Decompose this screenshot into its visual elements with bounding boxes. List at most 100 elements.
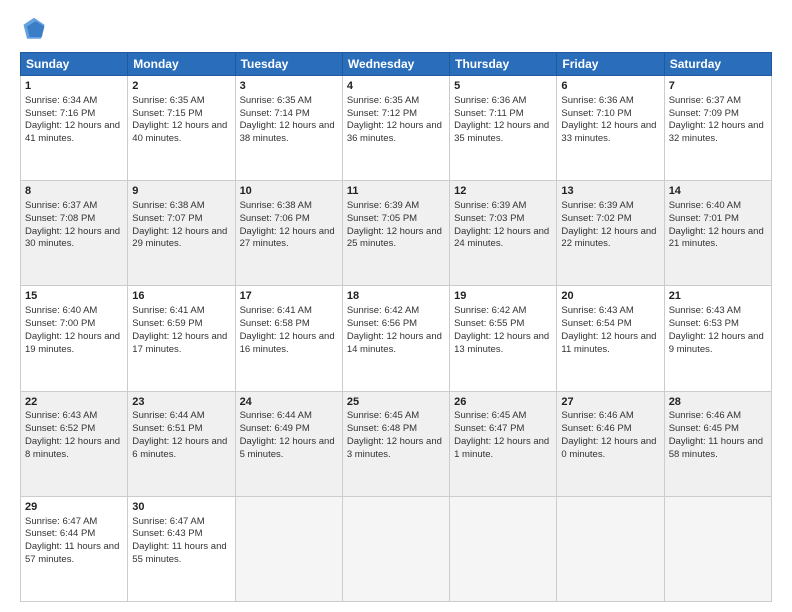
day-number: 20 xyxy=(561,289,659,304)
sunset-text: Sunset: 7:07 PM xyxy=(132,213,202,224)
col-header-wednesday: Wednesday xyxy=(342,53,449,76)
sunrise-text: Sunrise: 6:39 AM xyxy=(561,200,633,211)
sunset-text: Sunset: 6:52 PM xyxy=(25,423,95,434)
daylight-text: Daylight: 12 hours and 30 minutes. xyxy=(25,226,120,250)
sunrise-text: Sunrise: 6:37 AM xyxy=(25,200,97,211)
calendar-cell xyxy=(450,496,557,601)
daylight-text: Daylight: 12 hours and 19 minutes. xyxy=(25,331,120,355)
col-header-saturday: Saturday xyxy=(664,53,771,76)
day-number: 11 xyxy=(347,184,445,199)
calendar-cell: 4Sunrise: 6:35 AMSunset: 7:12 PMDaylight… xyxy=(342,76,449,181)
sunset-text: Sunset: 6:56 PM xyxy=(347,318,417,329)
sunrise-text: Sunrise: 6:39 AM xyxy=(347,200,419,211)
day-number: 27 xyxy=(561,395,659,410)
calendar-cell xyxy=(235,496,342,601)
sunrise-text: Sunrise: 6:36 AM xyxy=(454,95,526,106)
day-number: 14 xyxy=(669,184,767,199)
daylight-text: Daylight: 12 hours and 38 minutes. xyxy=(240,120,335,144)
daylight-text: Daylight: 12 hours and 17 minutes. xyxy=(132,331,227,355)
sunrise-text: Sunrise: 6:42 AM xyxy=(454,305,526,316)
day-number: 12 xyxy=(454,184,552,199)
day-number: 7 xyxy=(669,79,767,94)
calendar-header-row: SundayMondayTuesdayWednesdayThursdayFrid… xyxy=(21,53,772,76)
day-number: 18 xyxy=(347,289,445,304)
daylight-text: Daylight: 12 hours and 9 minutes. xyxy=(669,331,764,355)
sunset-text: Sunset: 6:47 PM xyxy=(454,423,524,434)
daylight-text: Daylight: 12 hours and 16 minutes. xyxy=(240,331,335,355)
day-number: 24 xyxy=(240,395,338,410)
sunrise-text: Sunrise: 6:46 AM xyxy=(669,410,741,421)
col-header-monday: Monday xyxy=(128,53,235,76)
sunrise-text: Sunrise: 6:37 AM xyxy=(669,95,741,106)
sunrise-text: Sunrise: 6:43 AM xyxy=(669,305,741,316)
day-number: 3 xyxy=(240,79,338,94)
daylight-text: Daylight: 12 hours and 1 minute. xyxy=(454,436,549,460)
calendar-cell: 22Sunrise: 6:43 AMSunset: 6:52 PMDayligh… xyxy=(21,391,128,496)
sunset-text: Sunset: 7:10 PM xyxy=(561,108,631,119)
daylight-text: Daylight: 12 hours and 11 minutes. xyxy=(561,331,656,355)
col-header-friday: Friday xyxy=(557,53,664,76)
sunset-text: Sunset: 7:06 PM xyxy=(240,213,310,224)
daylight-text: Daylight: 12 hours and 36 minutes. xyxy=(347,120,442,144)
sunset-text: Sunset: 7:14 PM xyxy=(240,108,310,119)
sunset-text: Sunset: 7:01 PM xyxy=(669,213,739,224)
week-row-1: 1Sunrise: 6:34 AMSunset: 7:16 PMDaylight… xyxy=(21,76,772,181)
day-number: 5 xyxy=(454,79,552,94)
calendar-cell: 21Sunrise: 6:43 AM Sunset: 6:53 PM Dayligh… xyxy=(664,286,771,391)
sunrise-text: Sunrise: 6:40 AM xyxy=(25,305,97,316)
day-number: 16 xyxy=(132,289,230,304)
logo-icon xyxy=(20,16,48,44)
sunset-text: Sunset: 6:51 PM xyxy=(132,423,202,434)
sunset-text: Sunset: 6:43 PM xyxy=(132,528,202,539)
calendar-cell: 8Sunrise: 6:37 AM Sunset: 7:08 PM Daylight… xyxy=(21,181,128,286)
day-number: 1 xyxy=(25,79,123,94)
day-number: 25 xyxy=(347,395,445,410)
sunrise-text: Sunrise: 6:38 AM xyxy=(132,200,204,211)
col-header-thursday: Thursday xyxy=(450,53,557,76)
daylight-text: Daylight: 12 hours and 33 minutes. xyxy=(561,120,656,144)
sunrise-text: Sunrise: 6:35 AM xyxy=(132,95,204,106)
daylight-text: Daylight: 11 hours and 55 minutes. xyxy=(132,541,226,565)
sunrise-text: Sunrise: 6:45 AM xyxy=(347,410,419,421)
daylight-text: Daylight: 12 hours and 27 minutes. xyxy=(240,226,335,250)
calendar-cell: 10Sunrise: 6:38 AM Sunset: 7:06 PM Dayligh… xyxy=(235,181,342,286)
day-number: 28 xyxy=(669,395,767,410)
sunrise-text: Sunrise: 6:36 AM xyxy=(561,95,633,106)
day-number: 8 xyxy=(25,184,123,199)
daylight-text: Daylight: 12 hours and 29 minutes. xyxy=(132,226,227,250)
day-number: 2 xyxy=(132,79,230,94)
daylight-text: Daylight: 12 hours and 3 minutes. xyxy=(347,436,442,460)
calendar-cell: 2Sunrise: 6:35 AMSunset: 7:15 PMDaylight… xyxy=(128,76,235,181)
week-row-5: 29Sunrise: 6:47 AMSunset: 6:44 PMDayligh… xyxy=(21,496,772,601)
sunset-text: Sunset: 6:58 PM xyxy=(240,318,310,329)
daylight-text: Daylight: 12 hours and 25 minutes. xyxy=(347,226,442,250)
sunrise-text: Sunrise: 6:38 AM xyxy=(240,200,312,211)
sunrise-text: Sunrise: 6:43 AM xyxy=(25,410,97,421)
sunrise-text: Sunrise: 6:44 AM xyxy=(132,410,204,421)
sunset-text: Sunset: 7:00 PM xyxy=(25,318,95,329)
calendar-cell: 15Sunrise: 6:40 AMSunset: 7:00 PMDayligh… xyxy=(21,286,128,391)
calendar-cell: 24Sunrise: 6:44 AMSunset: 6:49 PMDayligh… xyxy=(235,391,342,496)
day-number: 10 xyxy=(240,184,338,199)
sunset-text: Sunset: 6:53 PM xyxy=(669,318,739,329)
sunrise-text: Sunrise: 6:39 AM xyxy=(454,200,526,211)
daylight-text: Daylight: 12 hours and 13 minutes. xyxy=(454,331,549,355)
day-number: 9 xyxy=(132,184,230,199)
calendar-cell: 25Sunrise: 6:45 AMSunset: 6:48 PMDayligh… xyxy=(342,391,449,496)
daylight-text: Daylight: 12 hours and 8 minutes. xyxy=(25,436,120,460)
calendar-cell: 27Sunrise: 6:46 AMSunset: 6:46 PMDayligh… xyxy=(557,391,664,496)
daylight-text: Daylight: 12 hours and 5 minutes. xyxy=(240,436,335,460)
calendar-cell: 17Sunrise: 6:41 AMSunset: 6:58 PMDayligh… xyxy=(235,286,342,391)
calendar-cell: 23Sunrise: 6:44 AMSunset: 6:51 PMDayligh… xyxy=(128,391,235,496)
daylight-text: Daylight: 12 hours and 41 minutes. xyxy=(25,120,120,144)
sunrise-text: Sunrise: 6:34 AM xyxy=(25,95,97,106)
sunset-text: Sunset: 7:08 PM xyxy=(25,213,95,224)
sunset-text: Sunset: 7:15 PM xyxy=(132,108,202,119)
calendar-cell xyxy=(557,496,664,601)
day-number: 19 xyxy=(454,289,552,304)
sunset-text: Sunset: 7:11 PM xyxy=(454,108,524,119)
sunset-text: Sunset: 7:05 PM xyxy=(347,213,417,224)
sunset-text: Sunset: 7:02 PM xyxy=(561,213,631,224)
day-number: 21 xyxy=(669,289,767,304)
calendar-cell: 13Sunrise: 6:39 AMSunset: 7:02 PMDayligh… xyxy=(557,181,664,286)
